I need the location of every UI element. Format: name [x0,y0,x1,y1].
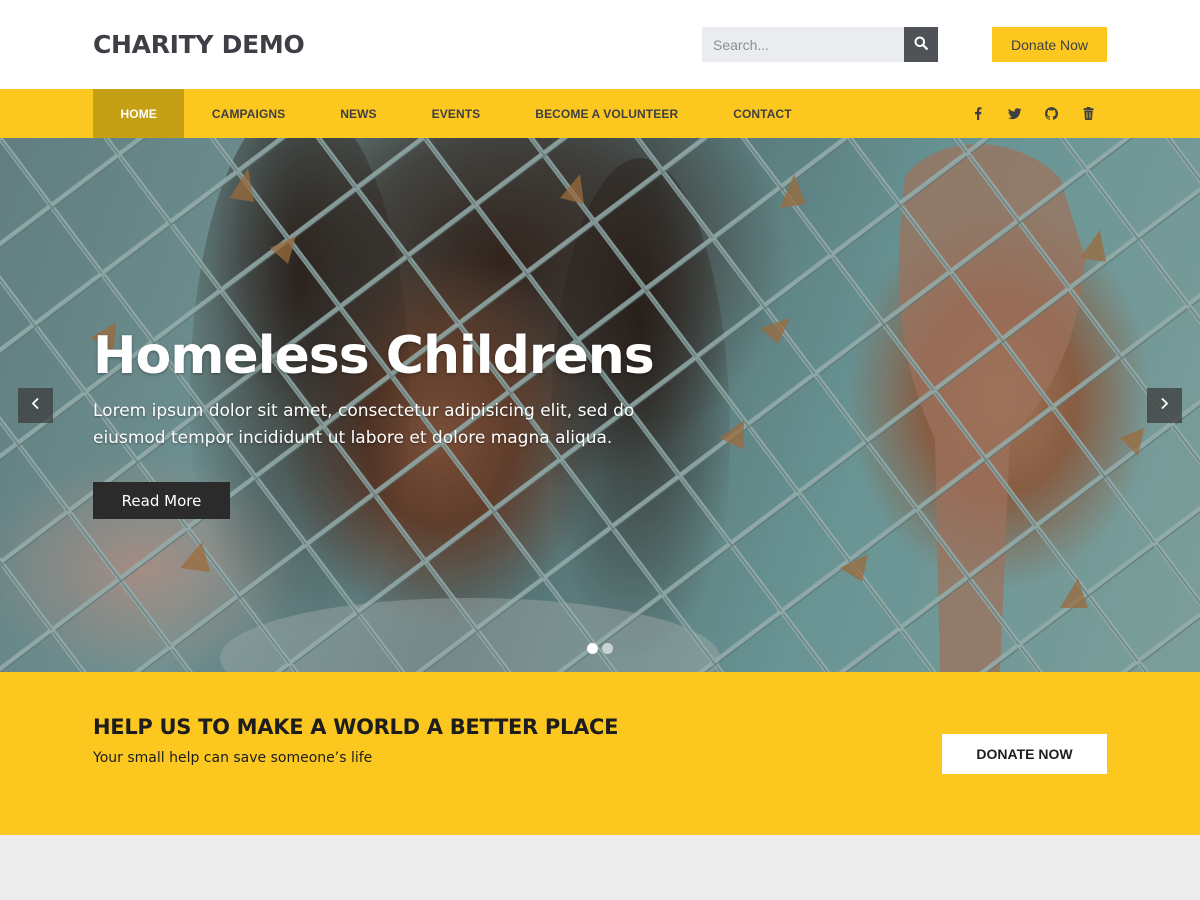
search-input[interactable] [702,27,904,62]
search-icon [914,36,928,53]
nav-item-contact[interactable]: CONTACT [706,89,819,138]
nav-item-home[interactable]: HOME [93,89,185,138]
chevron-right-icon [1160,397,1169,415]
nav-item-campaigns[interactable]: CAMPAIGNS [184,89,312,138]
site-logo[interactable]: CHARITY DEMO [93,30,305,59]
social-links [959,89,1107,138]
hero-slider: Homeless Childrens Lorem ipsum dolor sit… [0,138,1200,672]
twitter-icon[interactable] [996,89,1033,138]
cta-subtitle: Your small help can save someone’s life [93,750,373,766]
slider-dot-1[interactable] [587,643,598,654]
main-navigation: HOME CAMPAIGNS NEWS EVENTS BECOME A VOLU… [0,89,1200,138]
slider-prev-button[interactable] [18,388,53,423]
read-more-button[interactable]: Read More [93,482,230,519]
donate-now-button[interactable]: Donate Now [992,27,1107,62]
cta-title: HELP US TO MAKE A WORLD A BETTER PLACE [93,715,619,739]
cta-donate-button[interactable]: DONATE NOW [942,734,1107,774]
github-icon[interactable] [1033,89,1070,138]
facebook-icon[interactable] [959,89,996,138]
hero-title: Homeless Childrens [93,326,655,386]
search-form [702,27,938,62]
slider-dots [587,643,613,654]
content-area [0,835,1200,900]
slider-next-button[interactable] [1147,388,1182,423]
slider-dot-2[interactable] [602,643,613,654]
nav-menu: HOME CAMPAIGNS NEWS EVENTS BECOME A VOLU… [93,89,819,138]
nav-item-news[interactable]: NEWS [313,89,404,138]
site-header: CHARITY DEMO Donate Now [0,0,1200,89]
search-button[interactable] [904,27,938,62]
hero-description: Lorem ipsum dolor sit amet, consectetur … [93,401,635,448]
trash-icon[interactable] [1070,89,1107,138]
chevron-left-icon [31,397,40,415]
nav-item-become-a-volunteer[interactable]: BECOME A VOLUNTEER [508,89,706,138]
nav-item-events[interactable]: EVENTS [404,89,508,138]
call-to-action: HELP US TO MAKE A WORLD A BETTER PLACE Y… [0,672,1200,835]
